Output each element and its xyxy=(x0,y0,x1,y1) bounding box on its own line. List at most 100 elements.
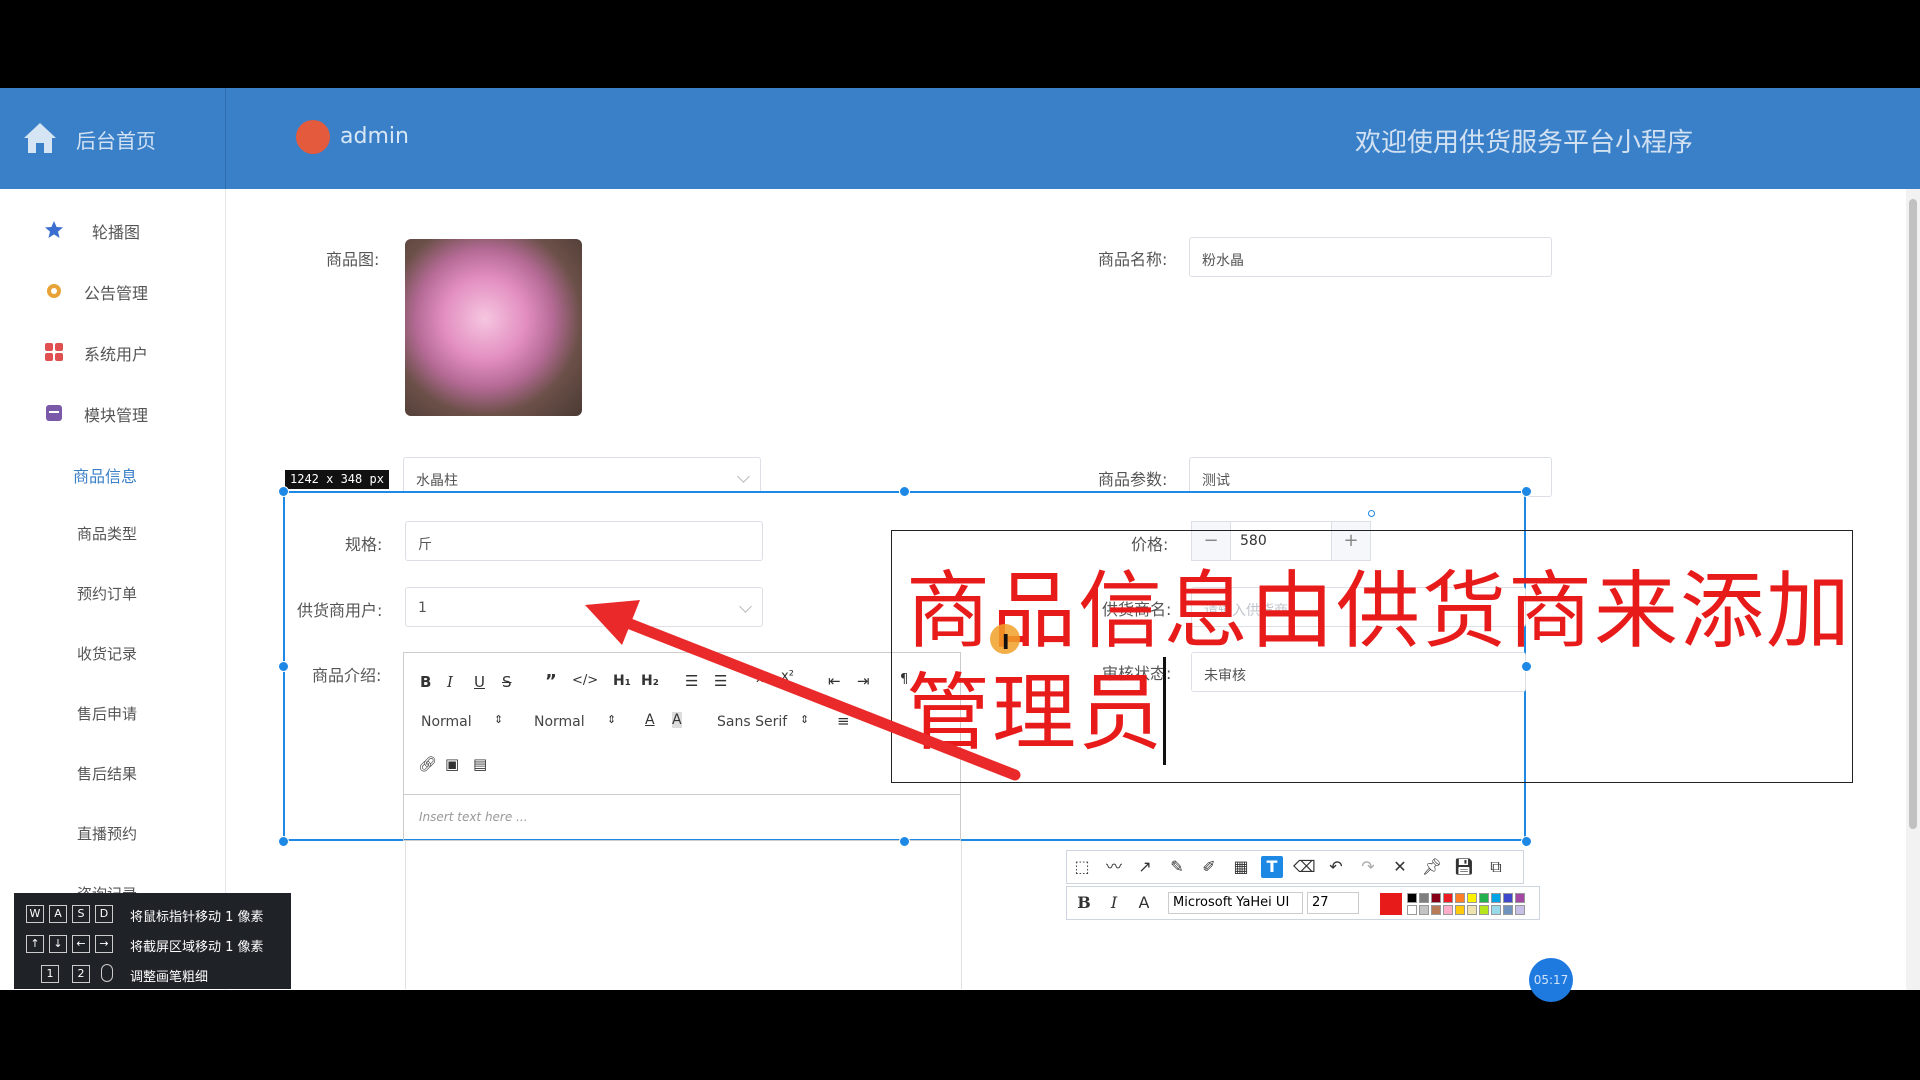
text-tool-icon[interactable]: T xyxy=(1261,856,1283,878)
sidebar-item-carousel[interactable]: 轮播图 xyxy=(0,209,225,249)
italic-icon[interactable]: I xyxy=(1103,892,1125,914)
color-swatch[interactable] xyxy=(1443,905,1453,915)
mosaic-icon[interactable]: ▦ xyxy=(1230,856,1252,878)
font-family-select[interactable]: Microsoft YaHei UI xyxy=(1168,892,1303,914)
sidebar-item-product-types[interactable]: 商品类型 xyxy=(0,513,225,553)
sidebar-item-after-sale-request[interactable]: 售后申请 xyxy=(0,693,225,733)
key-down: ↓ xyxy=(49,935,67,953)
bold-icon[interactable]: B xyxy=(1073,892,1095,914)
color-swatch[interactable] xyxy=(1503,905,1513,915)
chevron-down-icon xyxy=(737,470,750,483)
sidebar-item-receipts[interactable]: 收货记录 xyxy=(0,633,225,673)
supplier-user-value: 1 xyxy=(418,600,427,616)
color-swatch[interactable] xyxy=(1503,893,1513,903)
color-swatch[interactable] xyxy=(1431,893,1441,903)
close-icon[interactable]: ✕ xyxy=(1389,856,1411,878)
editor-body[interactable]: Insert text here ... xyxy=(403,794,961,841)
product-image-label: 商品图: xyxy=(326,250,380,269)
color-swatch[interactable] xyxy=(1515,905,1525,915)
quote-icon[interactable]: ” xyxy=(545,671,557,692)
color-swatch[interactable] xyxy=(1431,905,1441,915)
sidebar-item-products[interactable]: 商品信息 xyxy=(0,453,225,493)
shape-icon[interactable]: ⬚ xyxy=(1071,856,1093,878)
color-swatch[interactable] xyxy=(1479,905,1489,915)
resize-handle-ne[interactable] xyxy=(1521,486,1532,497)
color-swatch[interactable] xyxy=(1467,905,1477,915)
color-swatch[interactable] xyxy=(1491,905,1501,915)
sidebar-item-orders[interactable]: 预约订单 xyxy=(0,573,225,613)
video-icon[interactable]: ▤ xyxy=(473,755,487,773)
underline-icon[interactable]: U xyxy=(474,673,485,691)
resize-handle-s[interactable] xyxy=(899,836,910,847)
rotate-handle[interactable] xyxy=(1368,510,1375,517)
link-icon[interactable]: 🔗︎ xyxy=(418,755,437,773)
color-swatch[interactable] xyxy=(1491,893,1501,903)
color-swatch[interactable] xyxy=(1455,893,1465,903)
resize-handle-nw[interactable] xyxy=(278,486,289,497)
key-left: ← xyxy=(72,935,90,953)
shortcut-hints: W A S D 将鼠标指针移动 1 像素 ↑ ↓ ← → 将截屏区域移动 1 像… xyxy=(14,893,291,989)
scrollbar-thumb[interactable] xyxy=(1909,199,1917,829)
font-size-value: 27 xyxy=(1312,895,1329,910)
undo-icon[interactable]: ↶ xyxy=(1325,856,1347,878)
pen-icon[interactable]: ✎ xyxy=(1166,856,1188,878)
color-swatch[interactable] xyxy=(1443,893,1453,903)
strike-icon[interactable]: S xyxy=(502,673,512,691)
home-icon xyxy=(24,123,56,153)
italic-icon[interactable]: I xyxy=(447,673,453,691)
color-swatch[interactable] xyxy=(1467,893,1477,903)
sidebar-item-live[interactable]: 直播预约 xyxy=(0,813,225,853)
arrow-icon[interactable]: ↗ xyxy=(1134,856,1156,878)
eraser-icon[interactable]: ⌫ xyxy=(1293,856,1316,878)
outline-text-icon[interactable]: A xyxy=(1133,892,1155,914)
sidebar-item-label: 售后申请 xyxy=(77,705,138,723)
sidebar-item-label: 模块管理 xyxy=(84,406,149,425)
hint-text-2: 将截屏区域移动 1 像素 xyxy=(130,940,264,955)
product-name-label: 商品名称: xyxy=(1098,250,1168,269)
product-image[interactable] xyxy=(405,239,582,416)
heading-select[interactable]: Normal xyxy=(421,714,472,730)
box-icon xyxy=(46,405,62,421)
font-size-select[interactable]: 27 xyxy=(1307,892,1359,914)
spec-input[interactable]: 斤 xyxy=(405,521,763,561)
grid-icon xyxy=(45,343,63,361)
sidebar-item-modules[interactable]: 模块管理 xyxy=(0,392,225,432)
font-family-value: Microsoft YaHei UI xyxy=(1173,895,1290,910)
sidebar: 轮播图 公告管理 系统用户 模块管理 商品信息 商品类型 预约订单 收货记录 售… xyxy=(0,189,226,990)
key-d: D xyxy=(95,905,113,923)
sidebar-item-label: 售后结果 xyxy=(77,765,138,783)
resize-handle-n[interactable] xyxy=(899,486,910,497)
color-swatch[interactable] xyxy=(1455,905,1465,915)
sidebar-item-system-users[interactable]: 系统用户 xyxy=(0,331,225,371)
color-swatch[interactable] xyxy=(1479,893,1489,903)
bold-icon[interactable]: B xyxy=(420,673,431,691)
page-scrollbar[interactable] xyxy=(1906,189,1920,990)
color-swatch[interactable] xyxy=(1419,893,1429,903)
image-icon[interactable]: ▣ xyxy=(445,755,459,773)
save-icon[interactable]: 💾︎ xyxy=(1453,856,1475,878)
polyline-icon[interactable]: 〰 xyxy=(1103,856,1125,878)
key-right: → xyxy=(95,935,113,953)
sidebar-item-label: 收货记录 xyxy=(77,645,138,663)
product-name-input[interactable]: 粉水晶 xyxy=(1189,237,1552,277)
color-swatch[interactable] xyxy=(1419,905,1429,915)
resize-handle-w[interactable] xyxy=(278,661,289,672)
copy-icon[interactable]: ⧉ xyxy=(1485,856,1507,878)
color-swatch[interactable] xyxy=(1407,905,1417,915)
current-color-swatch[interactable] xyxy=(1380,893,1402,915)
color-swatch[interactable] xyxy=(1407,893,1417,903)
resize-handle-e[interactable] xyxy=(1521,661,1532,672)
color-swatch[interactable] xyxy=(1515,893,1525,903)
sidebar-item-label: 商品信息 xyxy=(73,467,138,486)
sidebar-item-after-sale-result[interactable]: 售后结果 xyxy=(0,753,225,793)
pin-icon[interactable]: 📌︎ xyxy=(1421,856,1443,878)
resize-handle-se[interactable] xyxy=(1521,836,1532,847)
sidebar-item-notice[interactable]: 公告管理 xyxy=(0,270,225,310)
mouse-wheel-icon xyxy=(101,964,113,982)
home-link[interactable]: 后台首页 xyxy=(0,88,226,189)
resize-handle-sw[interactable] xyxy=(278,836,289,847)
marker-icon[interactable]: ✐ xyxy=(1198,856,1220,878)
redo-icon[interactable]: ↷ xyxy=(1357,856,1379,878)
key-a: A xyxy=(49,905,67,923)
sidebar-item-label: 公告管理 xyxy=(84,284,149,303)
